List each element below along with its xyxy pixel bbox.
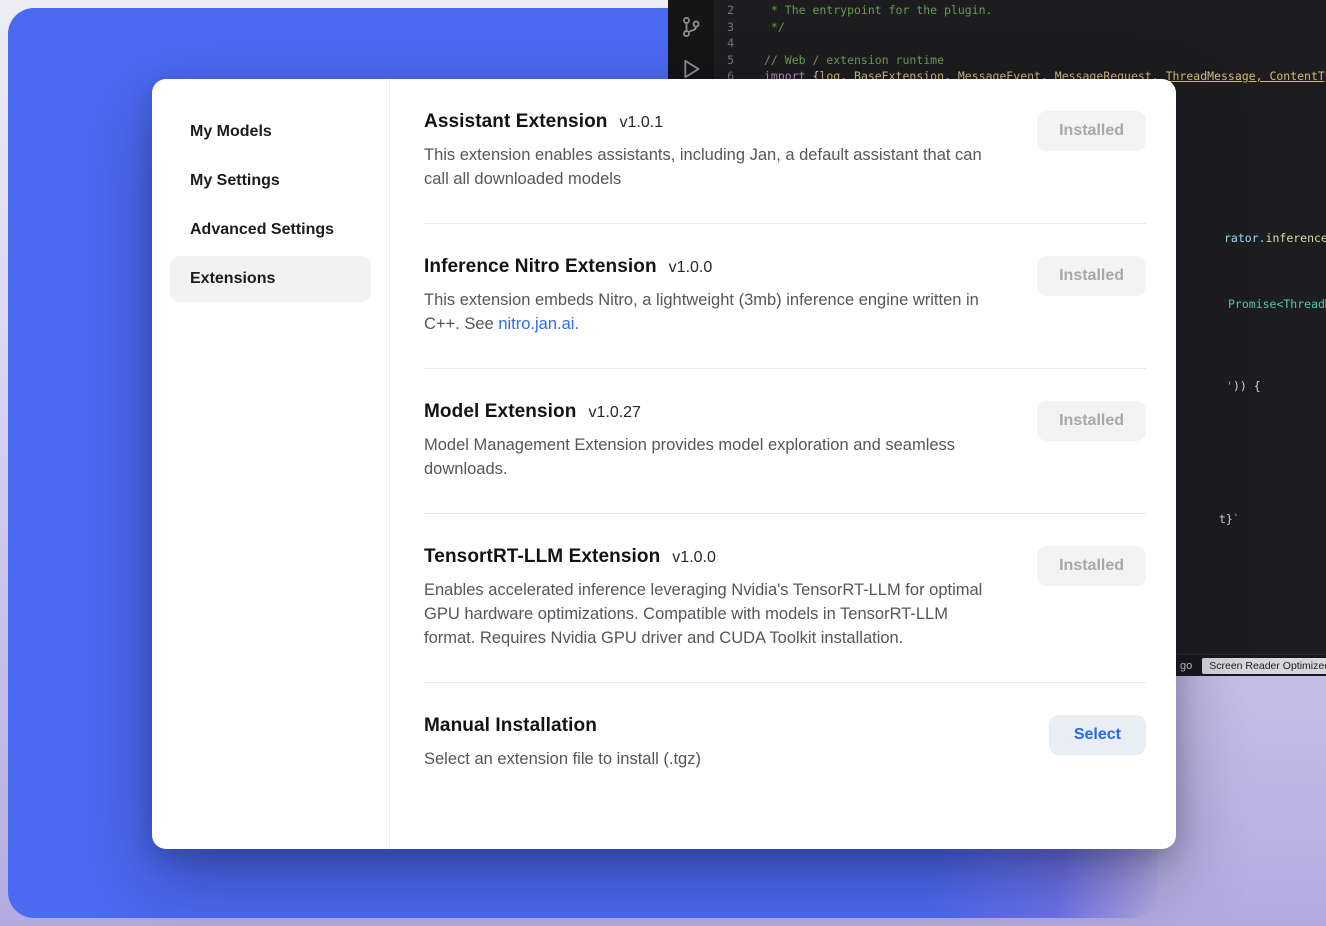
- extension-info: TensortRT-LLM Extension v1.0.0 Enables a…: [424, 546, 999, 650]
- line-number: 5: [714, 52, 750, 69]
- extensions-list: Assistant Extension v1.0.1 This extensio…: [390, 79, 1176, 849]
- extension-description: This extension embeds Nitro, a lightweig…: [424, 288, 999, 336]
- extension-info: Assistant Extension v1.0.1 This extensio…: [424, 111, 999, 191]
- nitro-jan-ai-link[interactable]: nitro.jan.ai.: [498, 315, 579, 333]
- code-fragment: t}`: [1219, 511, 1240, 528]
- extension-title: TensortRT-LLM Extension: [424, 546, 660, 568]
- sidebar-item-label: Advanced Settings: [190, 221, 334, 239]
- sidebar-item-advanced-settings[interactable]: Advanced Settings: [170, 207, 371, 253]
- code-text: )) {: [1233, 379, 1261, 393]
- manual-installation-title: Manual Installation: [424, 715, 597, 737]
- extension-description: Enables accelerated inference leveraging…: [424, 578, 999, 650]
- extension-description: This extension enables assistants, inclu…: [424, 143, 999, 191]
- manual-installation-description: Select an extension file to install (.tg…: [424, 747, 999, 771]
- extension-description: Model Management Extension provides mode…: [424, 433, 999, 481]
- sidebar-item-label: My Settings: [190, 172, 280, 190]
- select-file-button[interactable]: Select: [1049, 715, 1146, 755]
- code-line: 3 */: [714, 19, 1326, 36]
- extension-row-assistant: Assistant Extension v1.0.1 This extensio…: [424, 79, 1146, 224]
- code-text: inference: [1266, 231, 1326, 245]
- settings-sidebar: My Models My Settings Advanced Settings …: [152, 79, 390, 849]
- extension-version: v1.0.0: [669, 259, 713, 277]
- code-text: [750, 35, 764, 52]
- extension-title-line: Manual Installation: [424, 715, 999, 737]
- code-line: 2 * The entrypoint for the plugin.: [714, 2, 1326, 19]
- code-fragment: Promise<ThreadMessage>: [1228, 296, 1326, 313]
- extension-title-line: TensortRT-LLM Extension v1.0.0: [424, 546, 999, 568]
- status-bar-item[interactable]: go: [1180, 660, 1192, 672]
- extension-title-line: Model Extension v1.0.27: [424, 401, 999, 423]
- manual-installation-row: Manual Installation Select an extension …: [424, 683, 1146, 803]
- screen-reader-optimized-badge[interactable]: Screen Reader Optimized: [1202, 658, 1326, 674]
- extension-info: Model Extension v1.0.27 Model Management…: [424, 401, 999, 481]
- extension-row-tensorrt-llm: TensortRT-LLM Extension v1.0.0 Enables a…: [424, 514, 1146, 683]
- code-text: rator.: [1224, 231, 1266, 245]
- source-control-icon[interactable]: [678, 14, 704, 40]
- code-text: t}: [1219, 512, 1233, 526]
- extension-title: Assistant Extension: [424, 111, 608, 133]
- line-number: 4: [714, 35, 750, 52]
- installed-button[interactable]: Installed: [1037, 256, 1146, 296]
- code-text: `: [1233, 512, 1240, 526]
- code-text: ': [1226, 379, 1233, 393]
- extension-version: v1.0.0: [672, 549, 716, 567]
- extension-row-model: Model Extension v1.0.27 Model Management…: [424, 369, 1146, 514]
- extension-title-line: Inference Nitro Extension v1.0.0: [424, 256, 999, 278]
- extension-version: v1.0.27: [588, 404, 640, 422]
- extension-info: Inference Nitro Extension v1.0.0 This ex…: [424, 256, 999, 336]
- extension-title-line: Assistant Extension v1.0.1: [424, 111, 999, 133]
- installed-button[interactable]: Installed: [1037, 401, 1146, 441]
- code-text: // Web / extension runtime: [750, 52, 944, 69]
- extension-version: v1.0.1: [620, 114, 664, 132]
- extension-title: Inference Nitro Extension: [424, 256, 657, 278]
- code-fragment: ')) {: [1226, 378, 1261, 395]
- installed-button[interactable]: Installed: [1037, 111, 1146, 151]
- desktop: 2 * The entrypoint for the plugin. 3 */ …: [0, 0, 1326, 926]
- sidebar-item-extensions[interactable]: Extensions: [170, 256, 371, 302]
- sidebar-item-label: Extensions: [190, 270, 275, 288]
- code-fragment: rator.inference(data));: [1224, 230, 1326, 247]
- extension-row-inference-nitro: Inference Nitro Extension v1.0.0 This ex…: [424, 224, 1146, 369]
- extension-info: Manual Installation Select an extension …: [424, 715, 999, 771]
- settings-modal: My Models My Settings Advanced Settings …: [152, 79, 1176, 849]
- installed-button[interactable]: Installed: [1037, 546, 1146, 586]
- extension-title: Model Extension: [424, 401, 576, 423]
- code-text: */: [750, 19, 785, 36]
- line-number: 3: [714, 19, 750, 36]
- sidebar-item-label: My Models: [190, 123, 272, 141]
- sidebar-item-my-models[interactable]: My Models: [170, 109, 371, 155]
- sidebar-item-my-settings[interactable]: My Settings: [170, 158, 371, 204]
- line-number: 2: [714, 2, 750, 19]
- code-text: * The entrypoint for the plugin.: [750, 2, 992, 19]
- code-line: 5 // Web / extension runtime: [714, 52, 1326, 69]
- code-line: 4: [714, 35, 1326, 52]
